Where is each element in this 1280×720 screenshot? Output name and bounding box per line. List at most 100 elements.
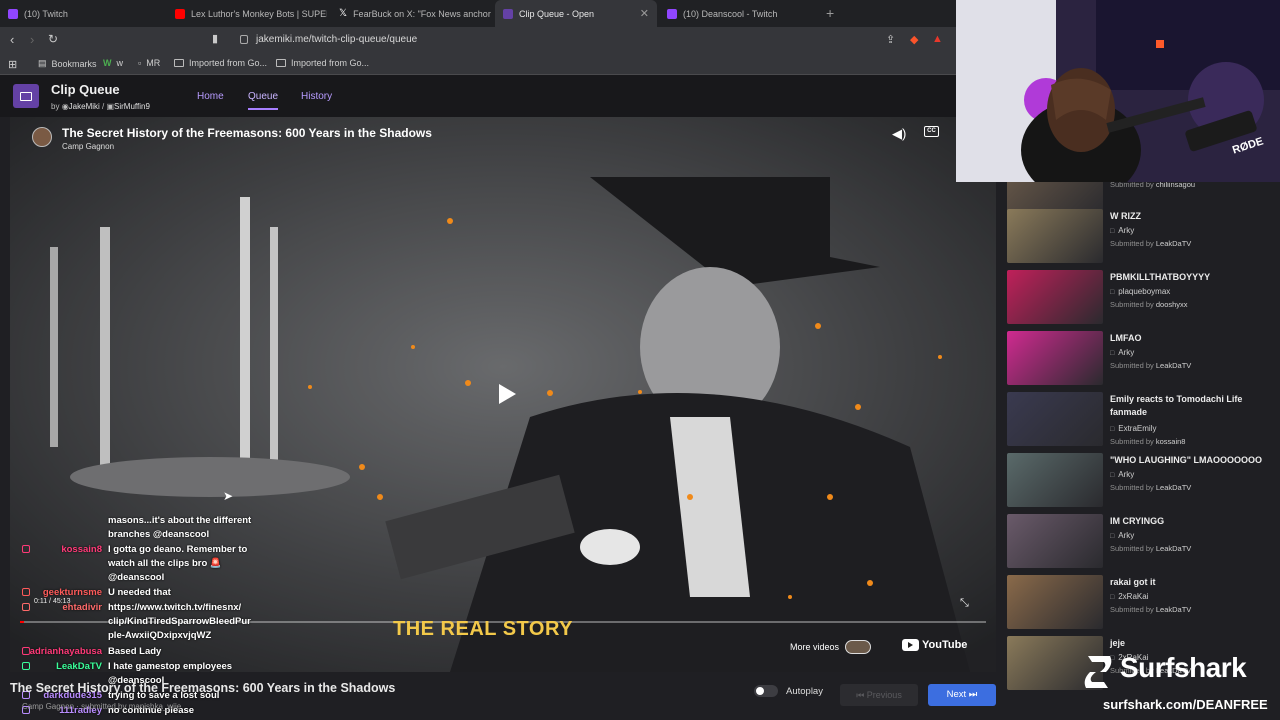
queue-item[interactable]: "WHO LAUGHING" LMAOOOOOOO Arky Submitted b…	[1007, 451, 1277, 507]
browser-tab-bar: (10) Twitch Lex Luthor's Monkey Bots | S…	[0, 0, 960, 27]
queue-item-title: "WHO LAUGHING" LMAOOOOOOO	[1110, 455, 1263, 465]
queue-item-title: rakai got it	[1110, 577, 1156, 587]
chat-text: https://www.twitch.tv/finesnx/	[108, 602, 242, 613]
skip-forward-icon: ⏭	[966, 689, 978, 700]
clip-submitted-by: Camp Gagnon · submitted by manishka_wiie	[22, 702, 182, 711]
autoplay-label: Autoplay	[786, 686, 823, 697]
nav-queue[interactable]: Queue	[248, 91, 279, 110]
queue-item-submitter: Submitted by kossain8	[1110, 437, 1186, 446]
chat-username: kossain8	[61, 544, 102, 555]
queue-item-channel: Arky	[1110, 226, 1134, 235]
queue-item[interactable]: IM CRYINGG Arky Submitted by LeakDaTV	[1007, 512, 1277, 568]
folder-icon	[174, 59, 184, 67]
more-videos-button[interactable]: More videos	[790, 640, 872, 654]
queue-item-title: Emily reacts to Tomodachi Life fanmade	[1110, 394, 1243, 417]
tab-x[interactable]: 𝕏 FearBuck on X: "Fox News anchor go	[331, 0, 493, 27]
chat-text: I hate gamestop employees	[108, 661, 233, 672]
forward-icon[interactable]: ›	[30, 32, 34, 47]
close-tab-icon[interactable]: ✕	[640, 7, 649, 20]
sponsor-name: Surfshark	[1120, 652, 1247, 683]
chat-username: adrianhayabusa	[29, 646, 102, 657]
chat-text: I gotta go deano. Remember to	[108, 544, 248, 555]
video-title[interactable]: The Secret History of the Freemasons: 60…	[62, 126, 432, 140]
video-channel[interactable]: Camp Gagnon	[62, 142, 114, 151]
bookmark-item[interactable]: Ww	[103, 58, 123, 68]
bookmark-item[interactable]: ▫ MR	[138, 58, 160, 68]
nav-home[interactable]: Home	[197, 91, 224, 102]
queue-item-submitter: Submitted by LeakDaTV	[1110, 605, 1192, 614]
queue-thumbnail[interactable]	[1007, 331, 1103, 385]
play-icon[interactable]	[490, 379, 520, 409]
queue-item[interactable]: LMFAO Arky Submitted by LeakDaTV	[1007, 329, 1277, 385]
share-icon[interactable]: ⇪	[886, 33, 895, 46]
youtube-icon	[902, 639, 919, 651]
volume-icon[interactable]: ◀)	[892, 126, 906, 142]
bookmarks-bar: ⊞ ▤ Bookmarks Ww ▫ MR Imported from Go... …	[0, 53, 960, 75]
bookmark-icon[interactable]: ▮	[212, 32, 218, 45]
youtube-logo[interactable]: YouTube	[902, 639, 967, 651]
new-tab-icon[interactable]: +	[826, 5, 834, 21]
folder-icon	[276, 59, 286, 67]
queue-thumbnail[interactable]	[1007, 453, 1103, 507]
next-button[interactable]: Next ⏭	[928, 684, 996, 706]
queue-item-channel: ExtraEmily	[1110, 424, 1156, 433]
queue-thumbnail[interactable]	[1007, 392, 1103, 446]
queue-item-title: jeje	[1110, 638, 1126, 648]
fullscreen-icon[interactable]: ⤡	[960, 597, 969, 610]
surfshark-logo-icon	[1084, 656, 1112, 688]
queue-item-submitter: Submitted by LeakDaTV	[1110, 483, 1192, 492]
twitch-icon	[8, 8, 18, 19]
mouse-cursor-icon: ➤	[223, 489, 234, 503]
webcam-feed	[956, 0, 1280, 182]
captions-icon[interactable]: CC	[924, 126, 939, 137]
skip-back-icon: ⏮	[856, 690, 867, 700]
twitch-icon	[667, 8, 677, 19]
channel-avatar[interactable]	[32, 127, 52, 147]
address-bar-row: ‹ › ↻ ▮ jakemiki.me/twitch-clip-queue/qu…	[0, 27, 960, 53]
chat-username: LeakDaTV	[56, 661, 102, 672]
queue-item-submitter: Submitted by dooshyxx	[1110, 300, 1188, 309]
tab-twitch[interactable]: (10) Twitch	[0, 0, 165, 27]
chat-text: clip/KindTiredSparrowBleedPur	[108, 616, 251, 627]
previous-button[interactable]: ⏮ Previous	[840, 684, 918, 706]
queue-item-channel: plaqueboymax	[1110, 287, 1170, 296]
apps-grid-icon[interactable]: ⊞	[8, 58, 17, 71]
streamer-webcam	[956, 0, 1280, 182]
bookmark-folder[interactable]: Imported from Go...	[174, 58, 267, 68]
queue-item-submitter: Submitted by LeakDaTV	[1110, 544, 1192, 553]
brave-shield-icon[interactable]: ◆	[910, 33, 918, 46]
clip-queue-logo-icon[interactable]	[13, 84, 39, 108]
youtube-icon	[175, 8, 185, 19]
author-link[interactable]: JakeMiki	[69, 102, 100, 111]
bookmark-item[interactable]: ▤ Bookmarks	[38, 58, 97, 69]
twitch-icon: ▣	[106, 102, 115, 111]
queue-thumbnail[interactable]	[1007, 514, 1103, 568]
tab-youtube[interactable]: Lex Luthor's Monkey Bots | SUPERMAN	[167, 0, 327, 27]
autoplay-toggle[interactable]	[754, 685, 778, 697]
back-icon[interactable]: ‹	[10, 32, 14, 47]
tab-deanscool[interactable]: (10) Deanscool - Twitch	[659, 0, 821, 27]
queue-item[interactable]: W RIZZ Arky Submitted by LeakDaTV	[1007, 207, 1277, 263]
bookmark-folder[interactable]: Imported from Go...	[276, 58, 369, 68]
tab-clip-queue[interactable]: Clip Queue - Open ✕	[495, 0, 657, 27]
more-videos-thumbnails	[845, 640, 872, 654]
queue-thumbnail[interactable]	[1007, 270, 1103, 324]
queue-item[interactable]: PBMKILLTHATBOYYYY plaqueboymax Submitted b…	[1007, 268, 1277, 324]
chat-username: geekturnsme	[42, 587, 102, 598]
reload-icon[interactable]: ↻	[48, 32, 58, 46]
rewards-icon[interactable]: ▲	[932, 33, 943, 45]
clip-queue-icon	[503, 8, 513, 19]
sponsor-url: surfshark.com/DEANFREE	[1103, 697, 1268, 712]
chat-text: Based Lady	[108, 646, 162, 657]
chat-username: ehtadivir	[62, 602, 102, 613]
author-link[interactable]: SirMuffin9	[114, 102, 150, 111]
clip-queue-list: Submitted by chiliinsagouW RIZZArkySubmi…	[1000, 162, 1280, 720]
app-header: Clip Queue by ◉JakeMiki / ▣SirMuffin9 Ho…	[0, 75, 1000, 117]
queue-item[interactable]: Emily reacts to Tomodachi Life fanmade Ex…	[1007, 390, 1277, 446]
nav-history[interactable]: History	[301, 91, 332, 102]
bookmarks-icon: ▤	[38, 58, 47, 68]
url-input[interactable]: jakemiki.me/twitch-clip-queue/queue	[228, 30, 948, 50]
queue-item[interactable]: rakai got it 2xRaKai Submitted by LeakDaTV	[1007, 573, 1277, 629]
queue-thumbnail[interactable]	[1007, 575, 1103, 629]
queue-thumbnail[interactable]	[1007, 209, 1103, 263]
